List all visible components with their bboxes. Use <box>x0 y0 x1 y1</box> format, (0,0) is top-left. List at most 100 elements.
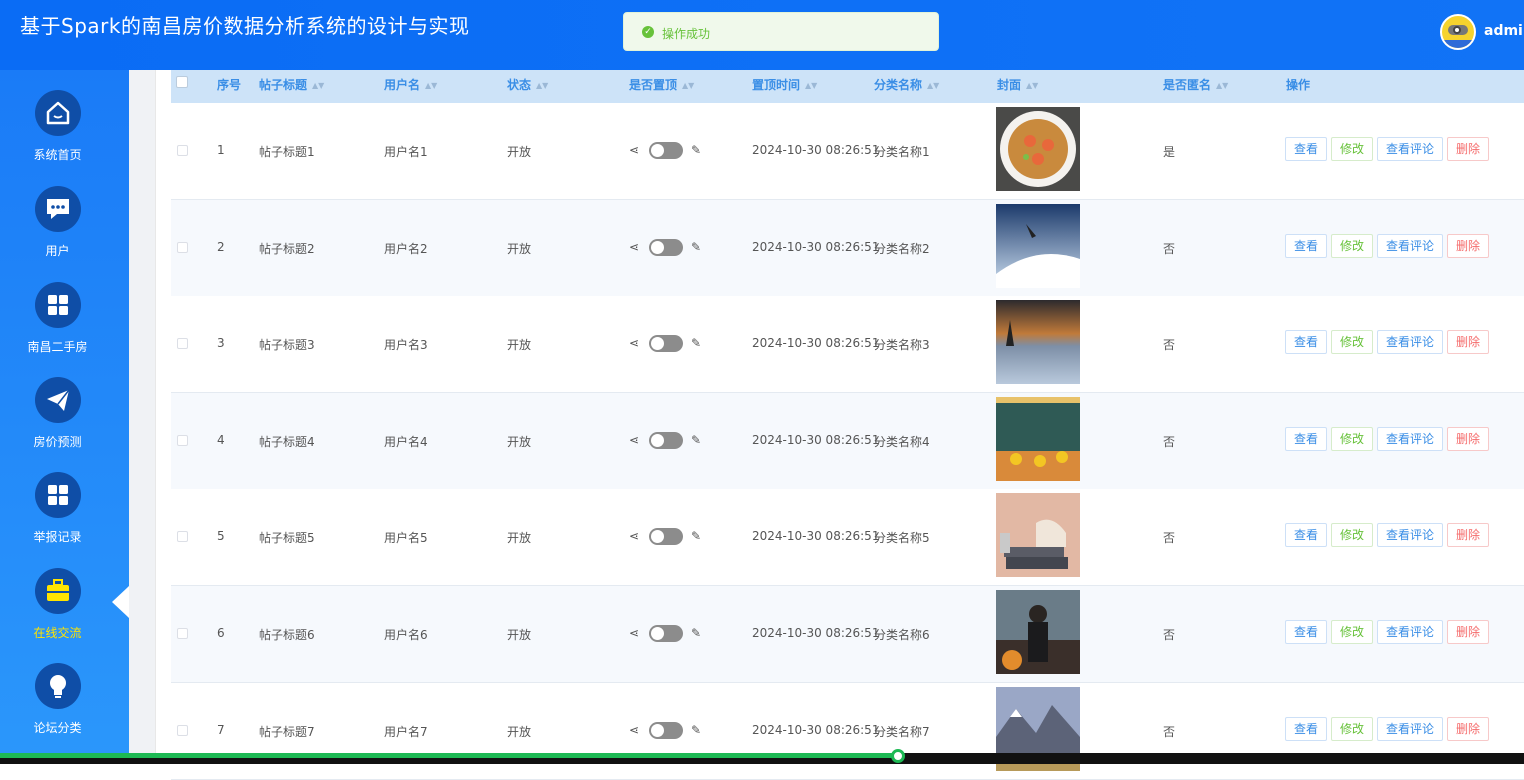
share-icon[interactable]: ⋖ <box>629 723 639 737</box>
view-button[interactable]: 查看 <box>1285 233 1327 258</box>
sidebar-item-forum[interactable]: 在线交流 <box>0 568 115 663</box>
share-icon[interactable]: ⋖ <box>629 143 639 157</box>
edit-icon[interactable]: ✎ <box>691 143 701 157</box>
share-icon[interactable]: ⋖ <box>629 433 639 447</box>
pin-toggle[interactable] <box>649 142 683 159</box>
column-header-pinned[interactable]: 是否置顶 ▲▼ <box>629 76 694 93</box>
view-button[interactable]: 查看 <box>1285 523 1327 548</box>
row-category: 分类名称5 <box>874 531 930 546</box>
column-header-username[interactable]: 用户名 ▲▼ <box>384 76 437 93</box>
sidebar-item-forum-category[interactable]: 论坛分类 <box>0 663 115 758</box>
row-checkbox[interactable] <box>177 724 188 736</box>
row-checkbox[interactable] <box>177 241 188 253</box>
edit-icon[interactable]: ✎ <box>691 433 701 447</box>
row-checkbox[interactable] <box>177 434 188 446</box>
progress-handle[interactable] <box>891 749 906 763</box>
progress-fill <box>0 753 900 758</box>
delete-button[interactable]: 删除 <box>1447 620 1489 644</box>
view-comments-button[interactable]: 查看评论 <box>1377 716 1443 741</box>
pin-toggle[interactable] <box>649 625 683 642</box>
content-gutter <box>129 70 155 764</box>
column-header-pin-time[interactable]: 置顶时间 ▲▼ <box>752 76 817 93</box>
edit-icon[interactable]: ✎ <box>691 529 701 543</box>
column-header-anonymous[interactable]: 是否匿名 ▲▼ <box>1163 76 1228 93</box>
pin-toggle[interactable] <box>649 431 683 449</box>
edit-icon[interactable]: ✎ <box>691 336 701 350</box>
cover-image[interactable] <box>996 300 1080 385</box>
view-comments-button[interactable]: 查看评论 <box>1377 137 1443 161</box>
edit-button[interactable]: 修改 <box>1331 330 1373 355</box>
row-checkbox[interactable] <box>177 145 188 156</box>
cover-image[interactable] <box>996 107 1080 191</box>
cover-image[interactable] <box>996 590 1080 674</box>
app-header: 基于Spark的南昌房价数据分析系统的设计与实现 ✓ 操作成功 admin <box>0 0 1524 70</box>
delete-button[interactable]: 删除 <box>1447 523 1489 548</box>
sidebar-item-label: 南昌二手房 <box>27 340 88 354</box>
share-icon[interactable]: ⋖ <box>629 240 639 254</box>
row-checkbox[interactable] <box>177 531 188 543</box>
view-comments-button[interactable]: 查看评论 <box>1377 426 1443 451</box>
share-icon[interactable]: ⋖ <box>629 336 639 350</box>
edit-button[interactable]: 修改 <box>1331 426 1373 451</box>
edit-button[interactable]: 修改 <box>1331 620 1373 644</box>
view-comments-button[interactable]: 查看评论 <box>1377 523 1443 548</box>
view-button[interactable]: 查看 <box>1285 330 1327 355</box>
sidebar-item-label: 系统首页 <box>33 148 82 162</box>
row-index: 1 <box>217 143 225 157</box>
pin-toggle[interactable] <box>649 238 683 256</box>
row-index: 5 <box>217 529 225 544</box>
row-pin-time: 2024-10-30 08:26:51 <box>752 143 880 157</box>
row-checkbox[interactable] <box>177 628 188 639</box>
column-header-cover[interactable]: 封面 ▲▼ <box>997 76 1038 93</box>
sidebar-item-prediction[interactable]: 房价预测 <box>0 377 115 472</box>
column-header-title[interactable]: 帖子标题 ▲▼ <box>259 76 324 93</box>
edit-button[interactable]: 修改 <box>1331 233 1373 258</box>
sidebar-item-home[interactable]: 系统首页 <box>0 90 115 185</box>
view-comments-button[interactable]: 查看评论 <box>1377 620 1443 644</box>
row-anonymous: 否 <box>1163 241 1176 256</box>
view-comments-button[interactable]: 查看评论 <box>1377 233 1443 258</box>
row-index: 4 <box>217 432 225 447</box>
avatar[interactable] <box>1440 14 1476 50</box>
pin-toggle[interactable] <box>649 335 683 353</box>
video-progress-bar[interactable] <box>0 749 1524 764</box>
sidebar-item-secondhand[interactable]: 南昌二手房 <box>0 282 115 377</box>
user-name[interactable]: admin <box>1484 23 1524 39</box>
edit-icon[interactable]: ✎ <box>691 723 701 737</box>
column-header-category[interactable]: 分类名称 ▲▼ <box>874 76 939 93</box>
view-comments-button[interactable]: 查看评论 <box>1377 330 1443 355</box>
share-icon[interactable]: ⋖ <box>629 529 639 543</box>
delete-button[interactable]: 删除 <box>1447 137 1489 161</box>
row-title: 帖子标题6 <box>259 628 315 642</box>
view-button[interactable]: 查看 <box>1285 620 1327 644</box>
edit-button[interactable]: 修改 <box>1331 523 1373 548</box>
share-icon[interactable]: ⋖ <box>629 626 639 640</box>
row-checkbox[interactable] <box>177 338 188 350</box>
pin-toggle[interactable] <box>649 721 683 739</box>
edit-icon[interactable]: ✎ <box>691 626 701 640</box>
row-username: 用户名4 <box>384 434 428 449</box>
select-all-checkbox[interactable] <box>176 76 188 88</box>
home-icon <box>35 90 81 136</box>
view-button[interactable]: 查看 <box>1285 137 1327 161</box>
delete-button[interactable]: 删除 <box>1447 426 1489 451</box>
edit-button[interactable]: 修改 <box>1331 137 1373 161</box>
pin-toggle[interactable] <box>649 528 683 546</box>
column-header-status[interactable]: 状态 ▲▼ <box>507 76 548 93</box>
cover-image[interactable] <box>996 493 1080 578</box>
edit-button[interactable]: 修改 <box>1331 716 1373 741</box>
table-header: 序号 帖子标题 ▲▼ 用户名 ▲▼ 状态 ▲▼ 是否置顶 ▲▼ 置顶时间 ▲▼ 分类名称 ▲… <box>171 70 1524 103</box>
row-category: 分类名称7 <box>874 724 930 739</box>
row-category: 分类名称6 <box>874 628 930 642</box>
cover-image[interactable] <box>996 396 1080 481</box>
delete-button[interactable]: 删除 <box>1447 716 1489 741</box>
sidebar-item-reports[interactable]: 举报记录 <box>0 472 115 567</box>
view-button[interactable]: 查看 <box>1285 716 1327 741</box>
view-button[interactable]: 查看 <box>1285 426 1327 451</box>
cover-image[interactable] <box>996 203 1080 288</box>
delete-button[interactable]: 删除 <box>1447 233 1489 258</box>
row-pin-time: 2024-10-30 08:26:51 <box>752 432 880 447</box>
sidebar-item-users[interactable]: 用户 <box>0 186 115 281</box>
delete-button[interactable]: 删除 <box>1447 330 1489 355</box>
edit-icon[interactable]: ✎ <box>691 240 701 254</box>
